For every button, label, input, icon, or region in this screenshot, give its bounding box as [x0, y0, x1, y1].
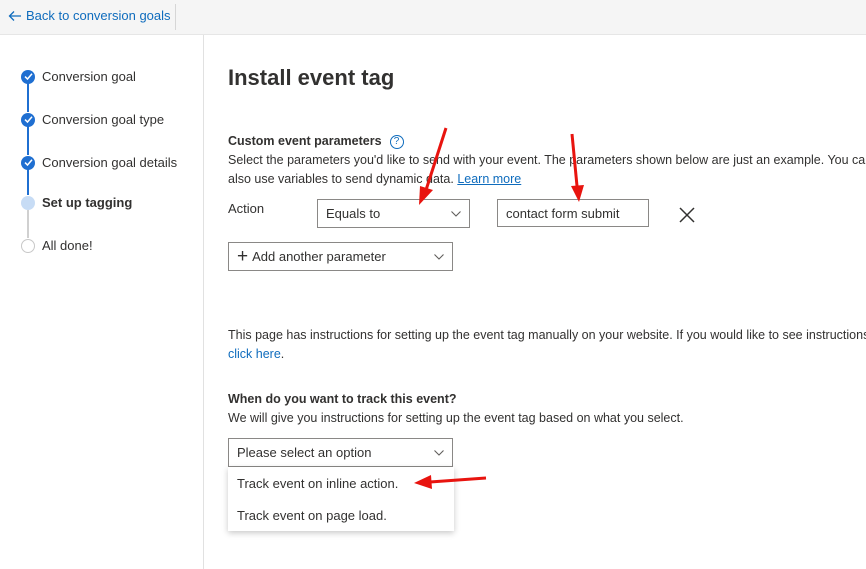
main-content: Install event tag Custom event parameter…: [205, 35, 866, 569]
checkmark-icon: [21, 155, 35, 170]
step-label: Set up tagging: [42, 195, 133, 210]
page-title: Install event tag: [228, 65, 395, 90]
add-parameter-label: Add another parameter: [252, 249, 386, 264]
click-here-link[interactable]: click here: [228, 347, 281, 361]
topbar-divider: [175, 4, 176, 30]
action-value-input[interactable]: contact form submit: [497, 199, 649, 227]
back-link-label: Back to conversion goals: [26, 8, 171, 23]
chevron-down-icon: [434, 253, 444, 260]
step-set-up-tagging[interactable]: Set up tagging: [21, 195, 132, 210]
pending-step-indicator: [21, 238, 35, 253]
track-event-select[interactable]: Please select an option: [228, 438, 453, 467]
parameters-description: Select the parameters you'd like to send…: [228, 151, 866, 189]
sentence-period: .: [280, 347, 285, 361]
step-connector: [27, 83, 29, 112]
track-event-heading: When do you want to track this event?: [228, 392, 457, 406]
step-conversion-goal-details[interactable]: Conversion goal details: [21, 155, 177, 170]
description-line: also use variables to send dynamic data.…: [228, 170, 866, 189]
track-event-description: We will give you instructions for settin…: [228, 411, 684, 425]
option-track-page-load[interactable]: Track event on page load.: [228, 499, 454, 531]
track-event-dropdown-menu: Track event on inline action. Track even…: [228, 467, 454, 531]
arrow-left-icon: [8, 10, 21, 21]
step-label: Conversion goal: [42, 69, 136, 84]
chevron-down-icon: [451, 210, 461, 217]
operator-select[interactable]: Equals to: [317, 199, 470, 228]
step-connector: [27, 210, 29, 238]
close-icon[interactable]: [677, 205, 697, 225]
operator-value: Equals to: [326, 206, 381, 221]
step-conversion-goal[interactable]: Conversion goal: [21, 69, 136, 84]
custom-event-parameters-heading: Custom event parameters?: [228, 134, 404, 149]
step-conversion-goal-type[interactable]: Conversion goal type: [21, 112, 164, 127]
help-circle-icon[interactable]: ?: [389, 134, 404, 149]
wizard-stepper: Conversion goal Conversion goal type Con…: [0, 35, 204, 569]
top-bar: Back to conversion goals: [0, 0, 866, 35]
heading-text: Custom event parameters: [228, 134, 382, 148]
action-parameter-label: Action: [228, 201, 265, 216]
chevron-down-icon: [434, 449, 444, 456]
action-value-text: contact form submit: [506, 205, 620, 221]
description-text: also use variables to send dynamic data.: [228, 172, 454, 186]
description-line: Select the parameters you'd like to send…: [228, 153, 866, 167]
step-label: All done!: [42, 238, 93, 253]
add-another-parameter-button[interactable]: + Add another parameter: [228, 242, 453, 271]
step-label: Conversion goal details: [42, 155, 178, 170]
plus-icon: +: [237, 246, 249, 267]
description-line: This page has instructions for setting u…: [228, 328, 866, 342]
step-connector: [27, 126, 29, 155]
learn-more-link[interactable]: Learn more: [457, 172, 521, 186]
option-track-inline-action[interactable]: Track event on inline action.: [228, 467, 454, 499]
step-connector: [27, 169, 29, 195]
step-all-done: All done!: [21, 238, 93, 253]
back-to-conversion-goals-link[interactable]: Back to conversion goals: [8, 8, 171, 23]
manual-setup-description: This page has instructions for setting u…: [228, 326, 866, 364]
track-select-placeholder: Please select an option: [237, 445, 372, 460]
description-line: click here.: [228, 345, 866, 364]
current-step-indicator: [21, 195, 35, 210]
checkmark-icon: [21, 112, 35, 127]
checkmark-icon: [21, 69, 35, 84]
step-label: Conversion goal type: [42, 112, 165, 127]
